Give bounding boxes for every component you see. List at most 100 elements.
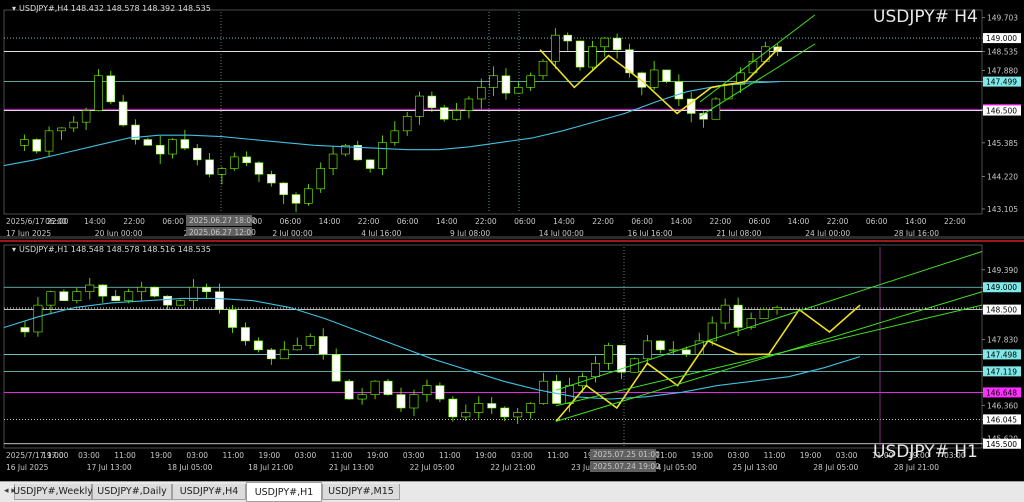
- date-axis-label: 28 Jul 21:00: [894, 463, 939, 472]
- h1-chart-svg[interactable]: 149.390149.000148.535148.500147.830147.4…: [0, 239, 1024, 481]
- candle-body: [143, 139, 153, 146]
- candle-body: [500, 407, 510, 418]
- time-axis-label: 03:00: [295, 451, 317, 460]
- candle-body: [383, 380, 393, 395]
- date-axis-label: 21 Jul 13:00: [329, 463, 374, 472]
- candle-body: [711, 98, 721, 120]
- candle-body: [20, 327, 30, 333]
- h4-header-text: USDJPY#,H4 148.432 148.578 148.392 148.5…: [19, 4, 211, 13]
- candle-body: [180, 139, 190, 149]
- candle-body: [291, 194, 301, 204]
- tab-m15[interactable]: USDJPY#,M15: [322, 484, 400, 500]
- time-axis-label: 06:00: [631, 217, 653, 226]
- moving-average-line: [3, 297, 861, 400]
- h1-chart-pane[interactable]: 149.390149.000148.535148.500147.830147.4…: [0, 239, 1024, 481]
- trend-channel-line: [555, 250, 983, 391]
- time-axis-label: 22:00: [944, 217, 966, 226]
- candle-body: [513, 412, 523, 418]
- candle-body: [316, 168, 325, 190]
- candle-body: [402, 116, 412, 132]
- time-axis-label: 19:00: [691, 451, 713, 460]
- time-axis-label: 03:00: [403, 451, 425, 460]
- candle-body: [591, 362, 600, 377]
- candle-body: [662, 69, 671, 82]
- time-axis-label: 19:00: [42, 451, 64, 460]
- time-axis-label: 03:00: [728, 451, 750, 460]
- time-axis-label: 14:00: [905, 217, 927, 226]
- candle-body: [390, 130, 400, 143]
- time-axis-label: 11:00: [764, 451, 786, 460]
- crosshair-time-label: 2025.07.25 01:00: [593, 450, 660, 459]
- time-axis-label: 19:00: [800, 451, 822, 460]
- time-axis-label: 03:00: [186, 451, 208, 460]
- time-axis-label: 11:00: [331, 451, 353, 460]
- date-axis-label: 18 Jul 21:00: [248, 463, 293, 472]
- candle-body: [328, 153, 338, 169]
- price-tick-label: 146.360: [987, 401, 1018, 410]
- candle-body: [526, 75, 535, 88]
- date-axis-label: 17 Jul 13:00: [87, 463, 132, 472]
- time-axis-label: 22:00: [827, 217, 849, 226]
- candle-body: [487, 403, 497, 409]
- candle-body: [642, 340, 652, 360]
- price-tick-label: 143.105: [987, 205, 1018, 214]
- candle-body: [217, 168, 227, 175]
- candle-body: [227, 309, 237, 328]
- candle-body: [575, 40, 585, 68]
- candle-body: [674, 81, 684, 100]
- time-axis-label: 19:00: [150, 451, 172, 460]
- candle-body: [435, 385, 445, 400]
- candle-body: [69, 121, 78, 129]
- candle-body: [733, 304, 743, 328]
- candle-body: [137, 286, 147, 293]
- candle-body: [600, 37, 610, 48]
- candle-body: [155, 145, 165, 155]
- date-axis-label: 28 Jul 05:00: [813, 463, 858, 472]
- candle-body: [240, 327, 250, 342]
- price-tick-label: 144.220: [987, 173, 1018, 182]
- h1-header: ▾ USDJPY#,H1 148.548 148.578 148.516 148.…: [12, 245, 211, 254]
- candle-body: [98, 284, 108, 297]
- tab-daily[interactable]: USDJPY#,Daily: [92, 484, 172, 500]
- candle-body: [396, 394, 406, 409]
- price-level-label: 145.500: [986, 440, 1017, 449]
- chart-tab-bar: ◂ ▸ USDJPY#,Weekly USDJPY#,Daily USDJPY#…: [0, 481, 1024, 502]
- time-axis-label: 22:00: [358, 217, 380, 226]
- candle-body: [94, 75, 103, 111]
- h1-watermark: USDJPY# H1: [873, 442, 978, 462]
- candle-body: [106, 75, 116, 103]
- trend-channel-upper: [699, 14, 816, 103]
- candle-body: [464, 98, 474, 111]
- time-axis-label: 11:00: [114, 451, 136, 460]
- h4-chart-svg[interactable]: 149.703 149.000 148.535 147.880 147.499 146.5…: [0, 0, 1024, 237]
- candle-body: [551, 34, 560, 62]
- candle-body: [759, 309, 769, 319]
- h4-watermark: USDJPY# H4: [873, 7, 978, 27]
- tab-h1[interactable]: USDJPY#,H1: [246, 482, 322, 502]
- candle-body: [20, 139, 29, 146]
- time-axis-label: 14:00: [84, 217, 106, 226]
- candle-body: [192, 147, 202, 161]
- price-tick-label: 148.535: [987, 48, 1018, 57]
- price-level-label: 147.499: [986, 78, 1017, 87]
- time-axis-label: 06:00: [45, 217, 67, 226]
- tab-h4[interactable]: USDJPY#,H4: [172, 484, 246, 500]
- time-axis-label: 14:00: [319, 217, 341, 226]
- tab-weekly[interactable]: USDJPY#,Weekly: [13, 484, 93, 500]
- candle-body: [439, 107, 449, 120]
- time-axis-label: 06:00: [514, 217, 536, 226]
- candle-body: [365, 159, 375, 169]
- candle-body: [604, 345, 613, 364]
- time-axis-label: 19:00: [259, 451, 281, 460]
- price-level-label: 147.119: [986, 367, 1017, 376]
- candle-body: [111, 295, 121, 301]
- candle-body: [32, 139, 41, 152]
- triangle-down-icon: ▾: [12, 4, 17, 13]
- candle-body: [415, 95, 424, 117]
- candle-body: [46, 291, 56, 306]
- h4-chart-pane[interactable]: 149.703 149.000 148.535 147.880 147.499 146.5…: [0, 0, 1024, 237]
- candle-body: [448, 398, 458, 418]
- candle-body: [81, 110, 91, 123]
- candle-body: [304, 188, 313, 204]
- time-axis-label: 19:00: [475, 451, 497, 460]
